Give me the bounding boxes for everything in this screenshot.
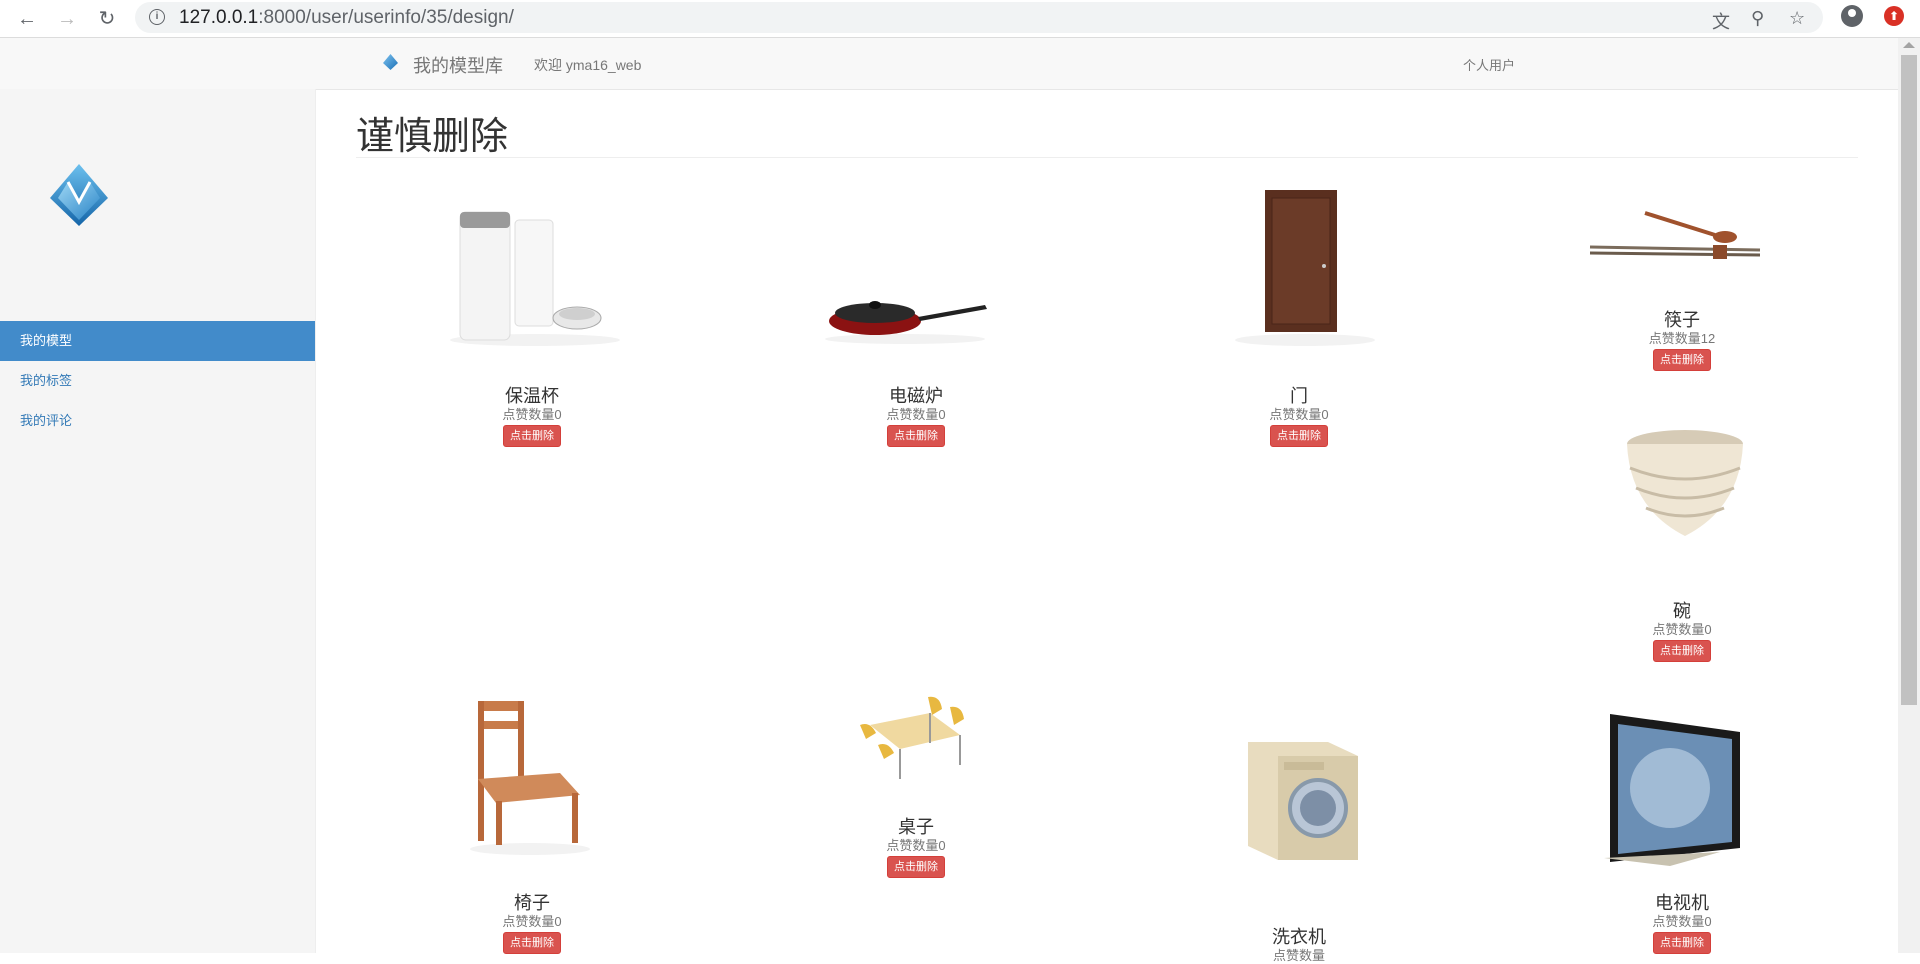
scroll-up-arrow-icon[interactable]: [1903, 42, 1915, 48]
reload-icon[interactable]: ↻: [94, 6, 120, 32]
model-name[interactable]: 门: [1149, 386, 1449, 406]
browser-toolbar: ← → ↻ i 127.0.0.1:8000/user/userinfo/35/…: [0, 0, 1920, 38]
likes-label: 点赞数量: [886, 407, 939, 422]
model-likes: 点赞数量0: [1532, 914, 1832, 930]
likes-count: 0: [1321, 407, 1329, 422]
model-card: 门 点赞数量0 点击删除: [1149, 386, 1449, 447]
model-likes: 点赞数量: [1149, 948, 1449, 964]
likes-count: 0: [554, 914, 562, 929]
model-name[interactable]: 椅子: [382, 893, 682, 913]
user-type-link[interactable]: 个人用户: [1463, 55, 1515, 74]
thumbnail-bowl-image[interactable]: [1620, 428, 1750, 548]
thumbnail-door-image[interactable]: [1230, 188, 1380, 348]
translate-icon[interactable]: 文: [1712, 8, 1730, 34]
welcome-text: 欢迎 yma16_web: [534, 57, 642, 73]
likes-count: 0: [938, 838, 946, 853]
delete-button[interactable]: 点击删除: [887, 425, 945, 447]
model-name[interactable]: 碗: [1532, 601, 1832, 621]
brand-logo-icon: [383, 54, 398, 70]
likes-label: 点赞数量: [1652, 622, 1705, 637]
model-name[interactable]: 电磁炉: [766, 386, 1066, 406]
address-bar[interactable]: i 127.0.0.1:8000/user/userinfo/35/design…: [135, 2, 1823, 33]
sidebar: 我的模型 我的标签 我的评论: [0, 89, 316, 953]
model-card: 洗衣机 点赞数量: [1149, 927, 1449, 964]
likes-count: 12: [1700, 331, 1716, 346]
thumbnail-tv-image[interactable]: [1600, 712, 1750, 867]
model-likes: 点赞数量0: [1532, 622, 1832, 638]
likes-count: 0: [938, 407, 946, 422]
delete-button[interactable]: 点击删除: [503, 425, 561, 447]
likes-label: 点赞数量: [1652, 914, 1705, 929]
forward-arrow-icon[interactable]: →: [54, 6, 80, 32]
top-navbar: 我的模型库 欢迎 yma16_web 个人用户: [0, 38, 1898, 90]
likes-label: 点赞数量: [1648, 331, 1701, 346]
model-likes: 点赞数量0: [766, 407, 1066, 423]
sidebar-item-my-models[interactable]: 我的模型: [0, 321, 315, 361]
page-title: 谨慎删除: [356, 116, 509, 158]
delete-button[interactable]: 点击删除: [503, 932, 561, 954]
likes-label: 点赞数量: [1272, 948, 1325, 963]
likes-count: 0: [1704, 622, 1712, 637]
model-name[interactable]: 筷子: [1532, 310, 1832, 330]
model-name[interactable]: 桌子: [766, 817, 1066, 837]
likes-count: 0: [1704, 914, 1712, 929]
thumbnail-chair-image[interactable]: [460, 695, 600, 855]
thumbnail-cooker-image[interactable]: [820, 285, 990, 345]
model-name[interactable]: 保温杯: [382, 386, 682, 406]
back-arrow-icon[interactable]: ←: [14, 6, 40, 32]
zoom-icon[interactable]: ⚲: [1751, 8, 1764, 29]
model-card: 电磁炉 点赞数量0 点击删除: [766, 386, 1066, 447]
likes-label: 点赞数量: [886, 838, 939, 853]
model-likes: 点赞数量12: [1532, 331, 1832, 347]
likes-count: 0: [554, 407, 562, 422]
brand-link[interactable]: 我的模型库: [413, 52, 503, 78]
model-card: 碗 点赞数量0 点击删除: [1532, 601, 1832, 662]
extension-icon[interactable]: ⬆: [1884, 6, 1904, 26]
model-likes: 点赞数量0: [766, 838, 1066, 854]
delete-button[interactable]: 点击删除: [1653, 932, 1711, 954]
delete-button[interactable]: 点击删除: [1270, 425, 1328, 447]
delete-button[interactable]: 点击删除: [887, 856, 945, 878]
thumbnail-table-image[interactable]: [858, 695, 968, 785]
url-host: 127.0.0.1: [179, 7, 259, 28]
likes-label: 点赞数量: [1269, 407, 1322, 422]
title-divider: [356, 157, 1858, 158]
scrollbar-thumb[interactable]: [1901, 55, 1917, 705]
url-path: :8000/user/userinfo/35/design/: [258, 7, 514, 28]
thumbnail-thermos-image[interactable]: [440, 200, 630, 350]
site-logo-icon: [50, 164, 108, 226]
url-text[interactable]: 127.0.0.1:8000/user/userinfo/35/design/: [179, 7, 514, 29]
model-card: 保温杯 点赞数量0 点击删除: [382, 386, 682, 447]
model-name[interactable]: 洗衣机: [1149, 927, 1449, 947]
model-likes: 点赞数量0: [382, 914, 682, 930]
thumbnail-washer-image[interactable]: [1238, 738, 1368, 868]
profile-avatar-icon[interactable]: [1841, 5, 1863, 27]
thumbnail-chopsticks-image[interactable]: [1585, 205, 1765, 265]
model-card: 筷子 点赞数量12 点击删除: [1532, 310, 1832, 371]
likes-label: 点赞数量: [502, 914, 555, 929]
sidebar-item-my-comments[interactable]: 我的评论: [0, 401, 315, 441]
model-likes: 点赞数量0: [1149, 407, 1449, 423]
model-card: 电视机 点赞数量0 点击删除: [1532, 893, 1832, 954]
site-info-icon[interactable]: i: [149, 9, 165, 25]
sidebar-item-my-tags[interactable]: 我的标签: [0, 361, 315, 401]
likes-label: 点赞数量: [502, 407, 555, 422]
model-name[interactable]: 电视机: [1532, 893, 1832, 913]
model-card: 椅子 点赞数量0 点击删除: [382, 893, 682, 954]
model-likes: 点赞数量0: [382, 407, 682, 423]
delete-button[interactable]: 点击删除: [1653, 640, 1711, 662]
model-card: 桌子 点赞数量0 点击删除: [766, 817, 1066, 878]
bookmark-star-icon[interactable]: ☆: [1789, 8, 1805, 29]
delete-button[interactable]: 点击删除: [1653, 349, 1711, 371]
